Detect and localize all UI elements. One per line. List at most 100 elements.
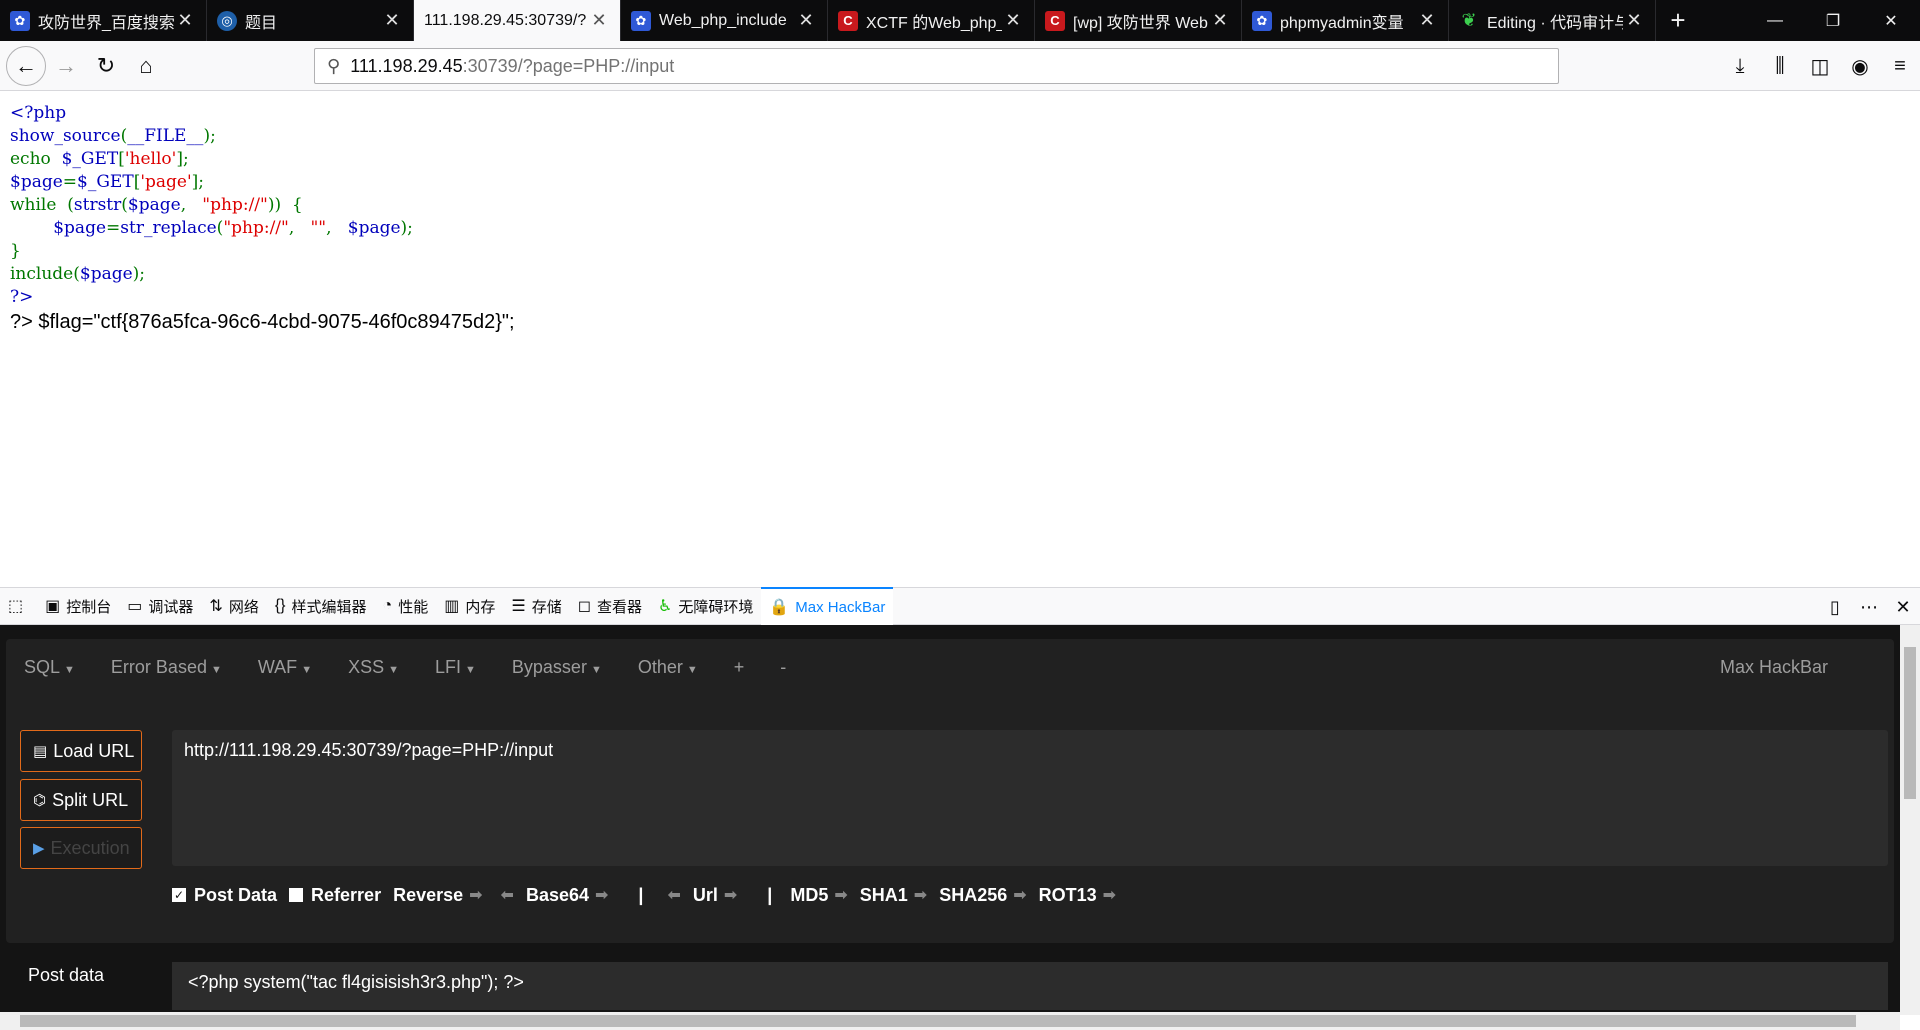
close-icon: ✕ bbox=[1895, 596, 1911, 617]
browser-tab[interactable]: ❦ Editing · 代码审计与 ✕ bbox=[1449, 0, 1656, 41]
accessibility-icon: ♿ bbox=[658, 598, 673, 615]
base64-decode-button[interactable]: ⬅ bbox=[495, 885, 514, 905]
close-tab-icon[interactable]: ✕ bbox=[1002, 10, 1024, 31]
browser-tab[interactable]: ◎ 题目 ✕ bbox=[207, 0, 414, 41]
devtools-tab[interactable]: ◔ 性能 bbox=[375, 587, 437, 625]
code-token: ?> bbox=[10, 287, 34, 307]
code-token: ]; bbox=[176, 149, 189, 169]
hackbar-menu-item[interactable]: WAF ▼ bbox=[240, 657, 330, 678]
close-tab-icon[interactable]: ✕ bbox=[174, 10, 196, 31]
code-token: ]; bbox=[191, 172, 205, 192]
arrow-left-icon: ← bbox=[15, 52, 37, 78]
element-picker-button[interactable]: ⬚ bbox=[0, 587, 37, 625]
hackbar-menu-item[interactable]: Error Based ▼ bbox=[93, 657, 240, 678]
devtools-more-button[interactable]: ⋯ bbox=[1852, 597, 1886, 618]
browser-tab[interactable]: ✿ phpmyadmin变量 ✕ bbox=[1242, 0, 1449, 41]
base64-encode-button[interactable]: Base64 ➡ bbox=[526, 885, 608, 906]
browser-tab[interactable]: ✿ 攻防世界_百度搜索 ✕ bbox=[0, 0, 207, 41]
hackbar-remove-button[interactable]: - bbox=[762, 657, 804, 678]
devtools-tab[interactable]: ▭ 调试器 bbox=[119, 587, 201, 625]
url-encode-button[interactable]: Url ➡ bbox=[693, 885, 737, 906]
new-tab-button[interactable]: + bbox=[1656, 0, 1700, 41]
play-icon: ▶ bbox=[33, 840, 45, 857]
scrollbar-thumb[interactable] bbox=[20, 1015, 1856, 1027]
hackbar-menu-label: Other bbox=[637, 656, 683, 677]
devtools-tab[interactable]: ◻ 查看器 bbox=[570, 587, 650, 625]
divider: | bbox=[767, 884, 773, 905]
browser-tab[interactable]: C [wp] 攻防世界 Web ✕ bbox=[1035, 0, 1242, 41]
execution-button[interactable]: ▶ Execution bbox=[20, 827, 142, 869]
account-button[interactable]: ◉ bbox=[1840, 46, 1880, 86]
split-url-button[interactable]: ⌬ Split URL bbox=[20, 779, 142, 821]
devtools-tab-label: 样式编辑器 bbox=[291, 598, 367, 616]
load-url-button[interactable]: ▤ Load URL bbox=[20, 730, 142, 772]
referrer-checkbox[interactable]: Referrer bbox=[289, 885, 381, 906]
url-decode-button[interactable]: ⬅ bbox=[661, 885, 680, 905]
devtools-tab-label: 无障碍环境 bbox=[678, 598, 754, 616]
tab-title: 攻防世界_百度搜索 bbox=[38, 14, 174, 32]
reverse-button[interactable]: Reverse ➡ bbox=[393, 885, 482, 906]
sha256-button[interactable]: SHA256 ➡ bbox=[939, 885, 1026, 906]
downloads-button[interactable]: ⤓ bbox=[1720, 46, 1760, 86]
library-button[interactable]: ⫼ bbox=[1760, 46, 1800, 86]
url-bar[interactable]: ⚲ 111.198.29.45:30739/?page=PHP://input bbox=[314, 48, 1559, 84]
devtools-tab[interactable]: ☰ 存储 bbox=[503, 587, 569, 625]
hackbar-menu-item[interactable]: SQL ▼ bbox=[6, 657, 93, 678]
close-tab-icon[interactable]: ✕ bbox=[588, 10, 610, 31]
home-button[interactable]: ⌂ bbox=[126, 46, 166, 86]
code-token: )) { bbox=[267, 195, 303, 215]
menu-button[interactable]: ≡ bbox=[1880, 46, 1920, 86]
minimize-button[interactable]: — bbox=[1746, 0, 1804, 41]
window-close-button[interactable]: ✕ bbox=[1862, 0, 1920, 41]
hackbar-add-button[interactable]: + bbox=[716, 657, 763, 678]
hackbar-url-textarea[interactable]: http://111.198.29.45:30739/?page=PHP://i… bbox=[172, 730, 1888, 866]
code-token: strstr bbox=[73, 195, 122, 215]
close-tab-icon[interactable]: ✕ bbox=[1623, 10, 1645, 31]
code-token: echo bbox=[10, 149, 57, 169]
hackbar-menu-item[interactable]: XSS ▼ bbox=[330, 657, 417, 678]
md5-button[interactable]: MD5 ➡ bbox=[790, 885, 847, 906]
back-button[interactable]: ← bbox=[6, 45, 46, 86]
sha1-button[interactable]: SHA1 ➡ bbox=[860, 885, 927, 906]
devtools-tab-label: 内存 bbox=[465, 598, 496, 616]
post-data-input[interactable]: <?php system("tac fl4gisisish3r3.php"); … bbox=[172, 962, 1888, 1010]
browser-tab[interactable]: C XCTF 的Web_php_ ✕ bbox=[828, 0, 1035, 41]
hackbar-menu-item[interactable]: Other ▼ bbox=[620, 657, 716, 678]
close-tab-icon[interactable]: ✕ bbox=[1209, 10, 1231, 31]
hackbar-menu-item[interactable]: Bypasser ▼ bbox=[494, 657, 620, 678]
sidebar-button[interactable]: ◫ bbox=[1800, 46, 1840, 86]
close-tab-icon[interactable]: ✕ bbox=[381, 10, 403, 31]
close-tab-icon[interactable]: ✕ bbox=[795, 10, 817, 31]
code-line: <?php bbox=[10, 102, 1910, 125]
more-icon: ⋯ bbox=[1860, 596, 1878, 617]
scrollbar-thumb[interactable] bbox=[1904, 647, 1916, 799]
code-token: "php://" bbox=[223, 218, 289, 238]
navigation-toolbar: ← → ↻ ⌂ ⚲ 111.198.29.45:30739/?page=PHP:… bbox=[0, 41, 1920, 91]
vertical-scrollbar[interactable] bbox=[1900, 625, 1920, 1015]
code-line: ?> bbox=[10, 286, 1910, 309]
dock-button[interactable]: ▯ bbox=[1818, 597, 1852, 618]
devtools-tab[interactable]: ♿ 无障碍环境 bbox=[650, 587, 761, 625]
forward-button[interactable]: → bbox=[46, 46, 86, 86]
hackbar-brand: Max HackBar bbox=[1719, 657, 1828, 677]
devtools-tab[interactable]: ▥ 内存 bbox=[436, 587, 503, 625]
rot13-button[interactable]: ROT13 ➡ bbox=[1039, 885, 1116, 906]
code-line: $page=$_GET['page']; bbox=[10, 171, 1910, 194]
code-token: ( bbox=[121, 195, 128, 215]
close-tab-icon[interactable]: ✕ bbox=[1416, 10, 1438, 31]
browser-tab[interactable]: 111.198.29.45:30739/? ✕ bbox=[414, 0, 621, 41]
horizontal-scrollbar[interactable] bbox=[0, 1012, 1900, 1030]
devtools-tab[interactable]: ▣ 控制台 bbox=[37, 587, 119, 625]
devtools-tab[interactable]: 🔒 Max HackBar bbox=[761, 587, 894, 625]
restore-button[interactable]: ❐ bbox=[1804, 0, 1862, 41]
browser-tab[interactable]: ✿ Web_php_include ✕ bbox=[621, 0, 828, 41]
devtools-close-button[interactable]: ✕ bbox=[1886, 597, 1920, 618]
code-token: while bbox=[10, 195, 62, 215]
devtools-tab[interactable]: ⇅ 网络 bbox=[201, 587, 266, 625]
code-token: } bbox=[10, 241, 21, 261]
arrow-right-icon: ➡ bbox=[1102, 887, 1117, 904]
devtools-tab[interactable]: {} 样式编辑器 bbox=[267, 587, 375, 625]
post-data-checkbox[interactable]: ✓ Post Data bbox=[172, 885, 277, 906]
reload-button[interactable]: ↻ bbox=[86, 46, 126, 86]
hackbar-menu-item[interactable]: LFI ▼ bbox=[417, 657, 494, 678]
